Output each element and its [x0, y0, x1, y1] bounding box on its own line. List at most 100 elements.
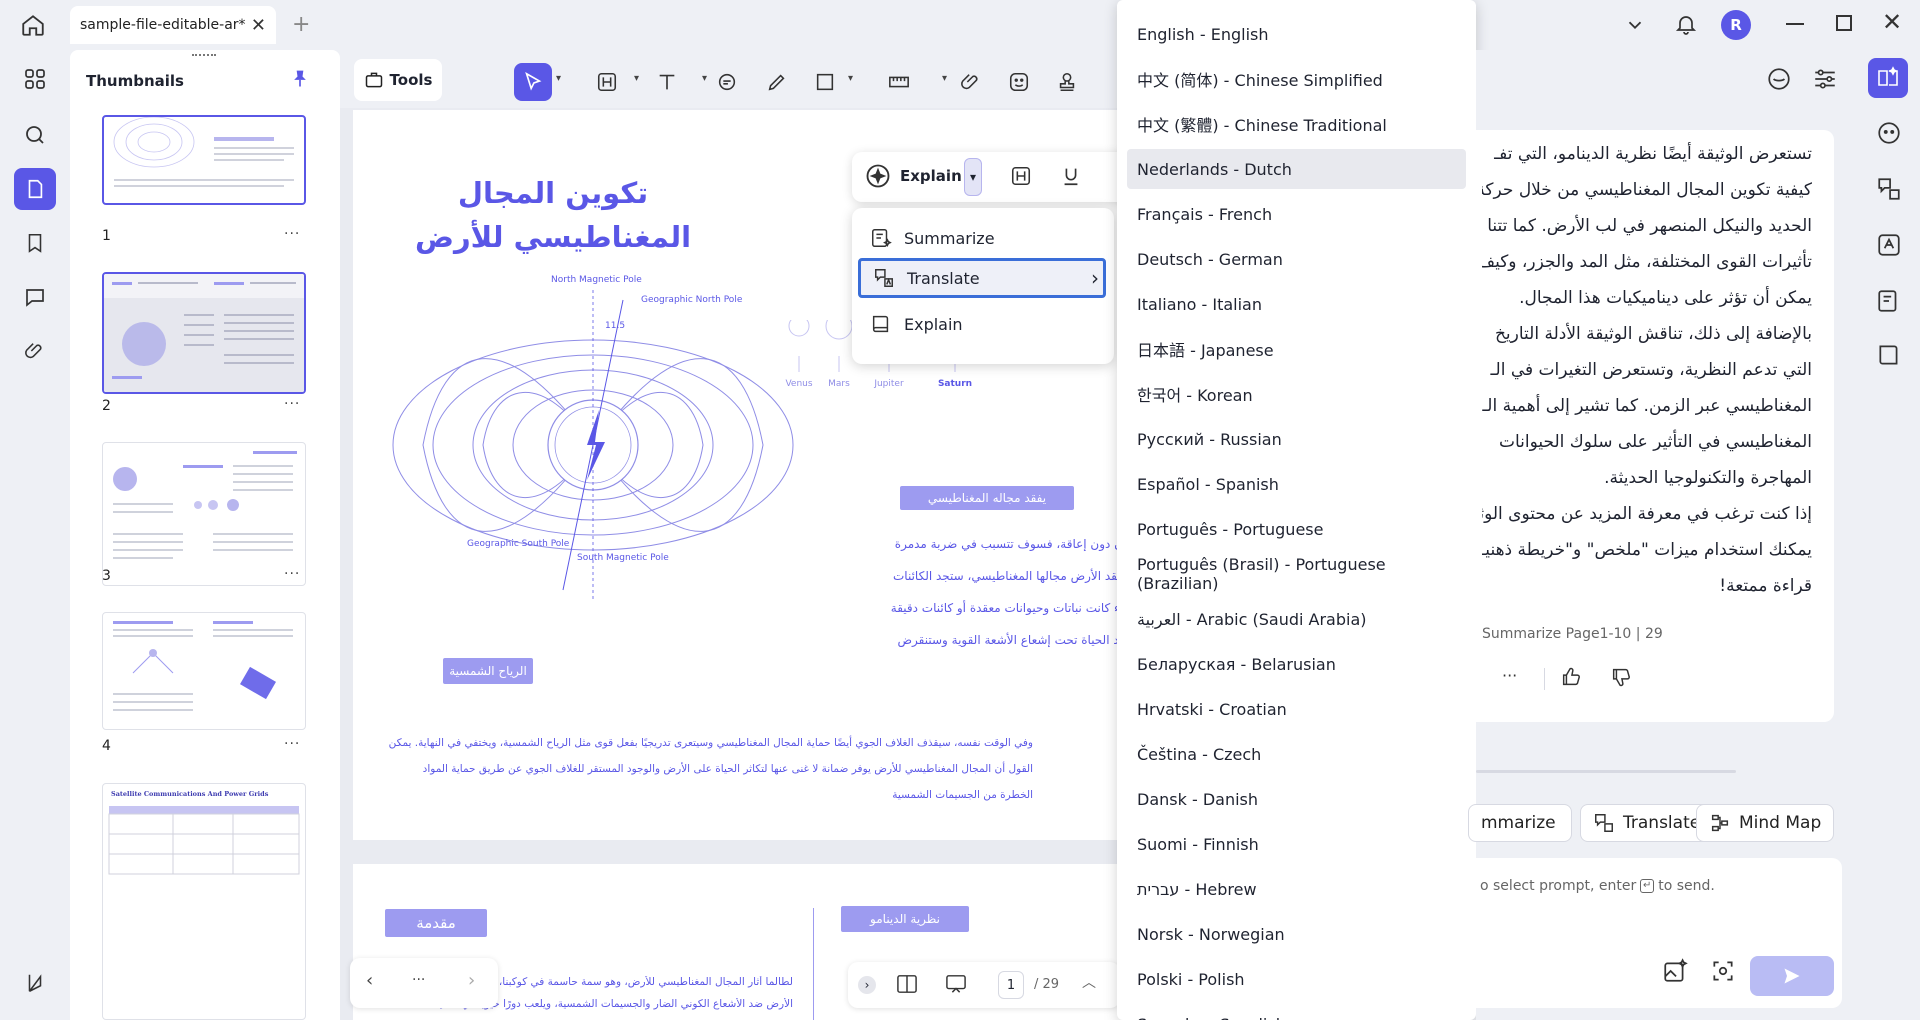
thumbnail-more-button[interactable]: ··· — [284, 396, 300, 412]
more-icon[interactable]: ··· — [1502, 666, 1517, 685]
explain-button[interactable]: Explain — [900, 167, 962, 185]
language-option[interactable]: Hrvatski - Croatian — [1127, 689, 1466, 729]
panel-grip[interactable] — [192, 54, 216, 58]
heading-icon[interactable] — [1010, 165, 1032, 187]
chevron-down-icon[interactable]: ▾ — [942, 73, 947, 84]
minimize-icon[interactable] — [1786, 23, 1804, 25]
sticker-icon[interactable] — [1000, 63, 1038, 101]
translate-menu-item[interactable]: Translate › — [858, 258, 1106, 298]
comment-bubble-icon[interactable] — [708, 63, 746, 101]
search-icon[interactable] — [14, 114, 56, 156]
screenshot-icon[interactable] — [1710, 958, 1736, 984]
thumbnail-page-2[interactable] — [102, 272, 306, 394]
summarize-menu-item[interactable]: Summarize — [858, 218, 1106, 258]
avatar[interactable]: R — [1721, 10, 1751, 40]
tools-button[interactable]: Tools — [354, 59, 442, 101]
thumbnails-icon[interactable] — [14, 168, 56, 210]
language-option-hovered[interactable]: Nederlands - Dutch — [1127, 149, 1466, 189]
ai-assistant-icon[interactable] — [1868, 58, 1908, 98]
tab-close-icon[interactable]: ✕ — [251, 15, 266, 36]
thumbnail-more-button[interactable]: ··· — [284, 736, 300, 752]
language-option[interactable]: עברית - Hebrew — [1127, 869, 1466, 909]
chevron-left-icon[interactable]: › — [858, 976, 876, 994]
language-option[interactable]: Español - Spanish — [1127, 464, 1466, 504]
scrollbar[interactable] — [1476, 770, 1736, 773]
settings-sliders-icon[interactable] — [1812, 66, 1838, 92]
pen-icon[interactable] — [758, 63, 796, 101]
close-window-icon[interactable]: ✕ — [1882, 8, 1902, 36]
language-option[interactable]: Deutsch - German — [1127, 239, 1466, 279]
thumbnail-more-button[interactable]: ··· — [284, 226, 300, 242]
page-layout-icon[interactable] — [896, 974, 918, 994]
prompt-input[interactable]: o select prompt, enter ↵ to send. — [1476, 858, 1842, 1008]
summarize-icon[interactable] — [1876, 288, 1902, 314]
send-button[interactable] — [1750, 956, 1834, 996]
image-ai-icon[interactable] — [1662, 958, 1688, 984]
chevron-down-icon[interactable]: ▾ — [702, 73, 707, 84]
language-option[interactable]: Русский - Russian — [1127, 419, 1466, 459]
translate-icon[interactable] — [1876, 176, 1902, 202]
book-icon[interactable] — [1876, 342, 1902, 368]
thumbs-up-icon[interactable] — [1560, 666, 1582, 688]
language-option[interactable]: 中文 (繁體) - Chinese Traditional — [1127, 104, 1466, 144]
language-option[interactable]: Français - French — [1127, 194, 1466, 234]
document-tab[interactable]: sample-file-editable-ar* ✕ — [70, 6, 276, 44]
comment-icon[interactable] — [14, 276, 56, 318]
explain-menu-item[interactable]: Explain — [858, 304, 1106, 344]
language-option[interactable]: Svenska - Swedish — [1127, 1004, 1466, 1020]
chevron-right-icon[interactable]: › — [468, 970, 475, 991]
chat-ai-icon[interactable] — [1876, 120, 1902, 146]
bell-icon[interactable] — [1674, 12, 1698, 36]
grid-icon[interactable] — [14, 58, 56, 100]
language-option[interactable]: 한국어 - Korean — [1127, 374, 1466, 414]
heading-icon[interactable] — [588, 63, 626, 101]
add-tab-icon[interactable]: + — [292, 12, 310, 37]
language-option[interactable]: Dansk - Danish — [1127, 779, 1466, 819]
thumbnail-page-5[interactable]: Satellite Communications And Power Grids — [102, 783, 306, 1020]
language-option[interactable]: Norsk - Norwegian — [1127, 914, 1466, 954]
thumbnail-page-1[interactable] — [102, 115, 306, 205]
language-option[interactable]: Čeština - Czech — [1127, 734, 1466, 774]
stamp-icon[interactable] — [1048, 63, 1086, 101]
restore-icon[interactable] — [1836, 15, 1852, 31]
presentation-icon[interactable] — [944, 974, 968, 994]
language-option[interactable]: Português - Portuguese — [1127, 509, 1466, 549]
language-option[interactable]: Italiano - Italian — [1127, 284, 1466, 324]
thumbnail-page-3[interactable] — [102, 442, 306, 586]
text-icon[interactable] — [648, 63, 686, 101]
language-option[interactable]: Беларуская - Belarusian — [1127, 644, 1466, 684]
history-icon[interactable] — [1766, 66, 1792, 92]
language-option[interactable]: Português (Brasil) - Portuguese (Brazili… — [1127, 554, 1466, 594]
language-option[interactable]: English - English — [1127, 14, 1466, 54]
translate-button[interactable]: Translate — [1580, 804, 1714, 842]
summarize-button[interactable]: mmarize — [1468, 804, 1572, 842]
language-option[interactable]: 中文 (简体) - Chinese Simplified — [1127, 59, 1466, 99]
underline-icon[interactable] — [1060, 164, 1082, 188]
measure-icon[interactable] — [880, 63, 918, 101]
language-option[interactable]: Polski - Polish — [1127, 959, 1466, 999]
home-icon[interactable] — [20, 12, 46, 38]
mind-map-button[interactable]: Mind Map — [1696, 804, 1835, 842]
pdf-tools-icon[interactable] — [14, 962, 56, 1004]
attachment-icon[interactable] — [14, 330, 56, 372]
explain-icon[interactable] — [1876, 232, 1902, 258]
pin-icon[interactable] — [290, 68, 310, 90]
attach-icon[interactable] — [952, 63, 990, 101]
language-option[interactable]: Suomi - Finnish — [1127, 824, 1466, 864]
chevron-down-icon[interactable]: ▾ — [848, 73, 853, 84]
chevron-down-icon[interactable]: ▾ — [556, 73, 561, 84]
language-option[interactable]: العربية - Arabic (Saudi Arabia) — [1127, 599, 1466, 639]
select-cursor-icon[interactable] — [514, 63, 552, 101]
language-option[interactable]: 日本語 - Japanese — [1127, 329, 1466, 369]
thumbnail-more-button[interactable]: ··· — [284, 566, 300, 582]
chevron-left-icon[interactable]: ‹ — [366, 970, 373, 991]
explain-dropdown-button[interactable]: ▾ — [964, 158, 982, 196]
rectangle-icon[interactable] — [806, 63, 844, 101]
more-icon[interactable]: ··· — [412, 972, 425, 988]
chevron-down-icon[interactable]: ▾ — [634, 73, 639, 84]
thumbnail-page-4[interactable] — [102, 612, 306, 730]
chevron-up-icon[interactable]: ︿ — [1082, 972, 1096, 992]
chevron-down-icon[interactable] — [1624, 14, 1646, 36]
thumbs-down-icon[interactable] — [1610, 666, 1632, 688]
page-number-input[interactable]: 1 — [998, 971, 1024, 999]
